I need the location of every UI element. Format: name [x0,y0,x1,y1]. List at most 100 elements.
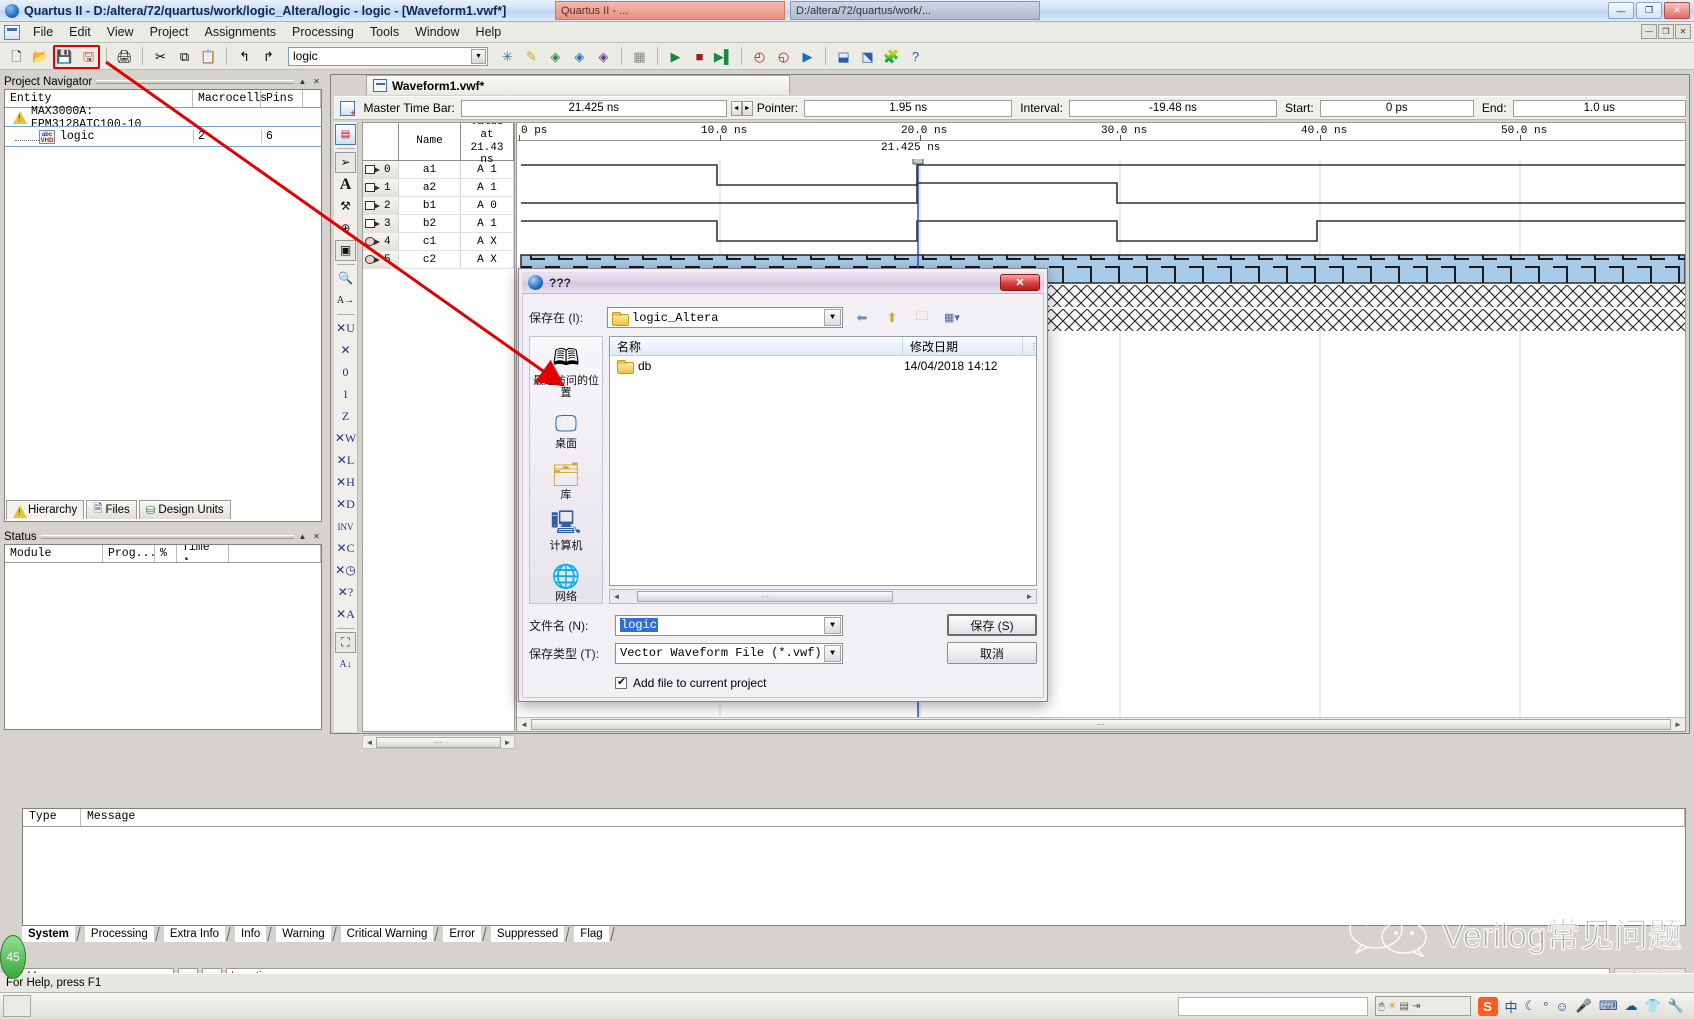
master-time-bar-icon[interactable] [340,100,356,118]
column-module[interactable]: Module [5,545,103,562]
mdi-restore-button[interactable]: ❐ [1658,24,1674,39]
ime-input-box[interactable] [1177,996,1368,1016]
compile-icon[interactable]: ✳ [497,46,518,66]
minimize-button[interactable]: — [1608,2,1634,19]
column-time[interactable]: Time ◔ [177,545,229,567]
cloud-icon[interactable]: ☁ [1625,998,1638,1014]
up-one-level-icon[interactable]: ⬆ [881,308,903,328]
scroll-left-icon[interactable]: ◄ [610,592,623,601]
menu-project[interactable]: Project [143,23,196,41]
chevron-down-icon[interactable]: ▼ [824,644,841,662]
time-bar-spinner[interactable]: ◄ ► [730,100,753,116]
scroll-thumb[interactable]: ⋯ [376,736,501,748]
save-in-combo[interactable]: logic_Altera ▼ [607,307,843,328]
menu-processing[interactable]: Processing [285,23,361,41]
waveform-editing-tool-icon[interactable]: ⚒ [335,196,356,217]
table-row[interactable]: 4 c1 A X [363,233,514,251]
save-all-icon[interactable]: 🖫 [78,46,99,66]
waveform-tab-header[interactable]: Waveform1.vwf* [366,75,790,95]
forcing-high-icon[interactable]: 1 [335,384,356,405]
degree-icon[interactable]: ° [1543,999,1548,1014]
analysis-icon[interactable]: ◈ [545,46,566,66]
weak-high-icon[interactable]: ✕H [335,472,356,493]
zoom-tool-icon[interactable]: ⊕ [335,218,356,239]
fit-in-window-icon[interactable]: ▣ [335,240,356,261]
end-value[interactable]: 1.0 us [1512,99,1686,117]
file-list-hscrollbar[interactable]: ◄ ⋯ ► [609,589,1037,604]
random-value-icon[interactable]: ✕? [335,582,356,603]
start-button[interactable] [3,995,31,1017]
keyboard-icon[interactable]: ⌨ [1599,998,1618,1014]
stop-icon[interactable]: ■ [689,46,710,66]
tab-flag[interactable]: Flag [574,926,609,942]
filetype-combo[interactable]: Vector Waveform File (*.vwf) ▼ [615,642,843,664]
project-combo[interactable]: logic ▼ [288,46,488,66]
file-list[interactable]: 名称 修改日期 ⋮ db 14/04/2018 14:12 [609,336,1038,586]
weak-unknown-icon[interactable]: ✕W [335,428,356,449]
copy-icon[interactable]: ⧉ [174,46,195,66]
find-icon[interactable]: 🔍 [335,268,356,289]
weak-low-icon[interactable]: ✕L [335,450,356,471]
chevron-down-icon[interactable]: ▼ [824,616,841,634]
selection-tool-icon[interactable]: ➢ [335,152,356,173]
scroll-thumb[interactable]: ⋯ [531,719,1671,730]
tab-files[interactable]: 🗎 Files [86,500,137,519]
uninitialized-value-icon[interactable]: ✕U [335,318,356,339]
ime-chinese-icon[interactable]: 中 [1505,997,1518,1016]
timing-analyzer-icon[interactable]: ◴ [749,46,770,66]
redo-icon[interactable]: ↱ [258,46,279,66]
find-next-icon[interactable]: A→ [335,290,356,311]
megawizard-icon[interactable]: 🧩 [881,46,902,66]
interval-value[interactable]: -19.48 ns [1068,99,1278,117]
close-button[interactable]: ✕ [1664,2,1690,19]
close-icon[interactable]: ✕ [311,531,322,542]
tab-system[interactable]: System [22,926,75,942]
start-value[interactable]: 0 ps [1319,99,1474,117]
menu-edit[interactable]: Edit [62,23,98,41]
text-tool-icon[interactable]: A [335,174,356,195]
table-row[interactable]: MAX3000A: EPM3128ATC100-10 [5,105,321,131]
scroll-right-icon[interactable]: ► [501,738,514,747]
node-list-hscrollbar[interactable]: ◄ ⋯ ► [362,735,515,749]
tab-critical-warning[interactable]: Critical Warning [340,926,434,942]
chevron-down-icon[interactable]: ▼ [824,309,841,326]
place-desktop[interactable]: 🖵 桌面 [530,408,602,451]
column-name[interactable]: Name [399,123,461,160]
pencil-icon[interactable]: ✎ [521,46,542,66]
spin-right-icon[interactable]: ► [741,100,753,116]
mdi-minimize-button[interactable]: — [1641,24,1657,39]
column-name[interactable]: 名称 [610,337,902,355]
tab-error[interactable]: Error [443,926,481,942]
tab-processing[interactable]: Processing [84,926,154,942]
start-compilation-icon[interactable]: ▶ [665,46,686,66]
tab-design-units[interactable]: ⛁ Design Units [138,500,231,519]
tab-extra-info[interactable]: Extra Info [163,926,226,942]
background-window-1[interactable]: Quartus II - ... [555,1,785,20]
grouping-icon[interactable]: ⛶ [335,632,356,653]
microphone-icon[interactable]: 🎤 [1576,998,1592,1014]
collapse-icon[interactable]: ▲ [297,76,308,87]
column-modified[interactable]: 修改日期 [902,337,1022,355]
new-folder-icon[interactable]: 🗀 [911,308,933,328]
close-icon[interactable]: ✕ [311,76,322,87]
maximize-button[interactable]: ❐ [1636,2,1662,19]
invert-icon[interactable]: INV [335,516,356,537]
tab-warning[interactable]: Warning [276,926,331,942]
timing-icon[interactable]: ▦ [629,46,650,66]
filename-input[interactable]: logic ▼ [615,614,843,636]
programmer-icon[interactable]: ▶ [797,46,818,66]
add-file-checkbox[interactable] [615,675,627,689]
wrench-icon[interactable]: 🔧 [1668,998,1684,1014]
column-message[interactable]: Message [81,809,1685,826]
menu-window[interactable]: Window [408,23,466,41]
menu-file[interactable]: File [26,23,60,41]
place-libraries[interactable]: 🗂 库 [530,459,602,502]
column-value[interactable]: Value at 21.43 ns [461,123,514,166]
table-row[interactable]: 3 b2 A 1 [363,215,514,233]
background-window-2[interactable]: D:/altera/72/quartus/work/... [790,1,1040,20]
waveform-hscrollbar[interactable]: ◄ ⋯ ► [517,717,1685,731]
place-network[interactable]: 🌐 网络 [530,561,602,604]
column-percent[interactable]: % [155,545,177,562]
table-row[interactable]: 5 c2 A X [363,251,514,269]
save-button[interactable]: 保存 (S) [947,614,1037,636]
